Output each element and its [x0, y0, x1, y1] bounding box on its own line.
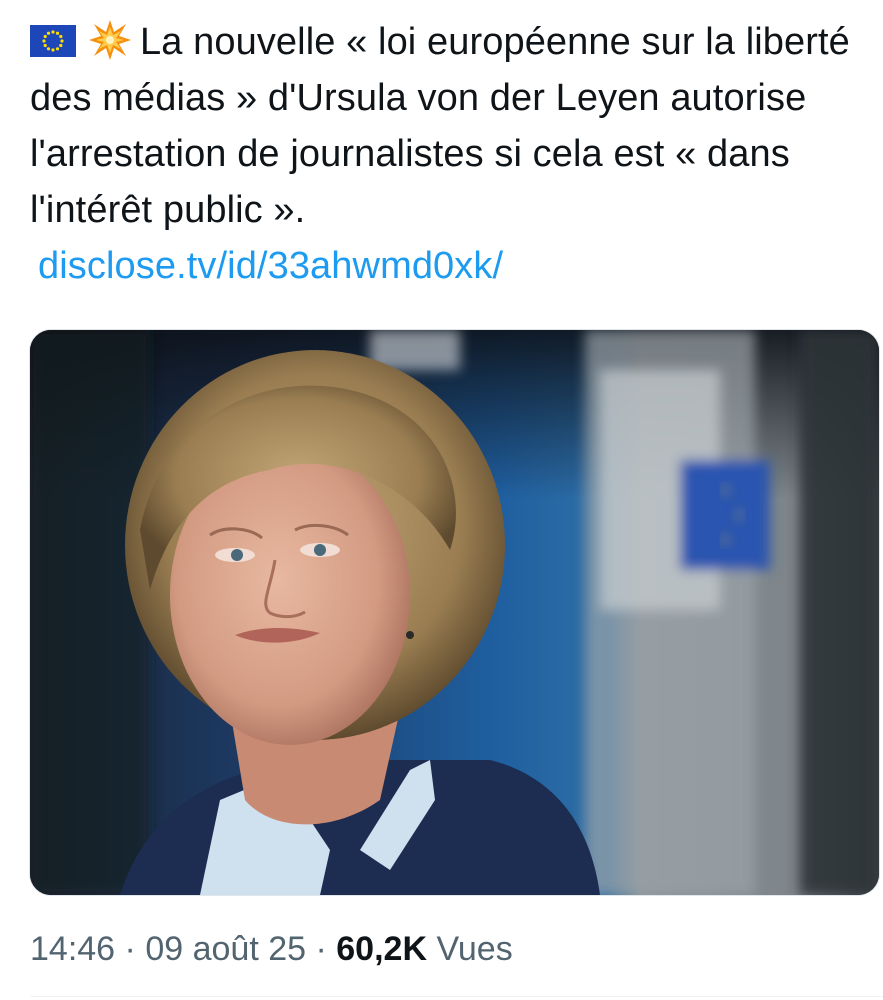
- views-count: 60,2K: [336, 930, 427, 968]
- tweet-text: La nouvelle « loi européenne sur la libe…: [30, 14, 870, 294]
- tweet-link[interactable]: disclose.tv/id/33ahwmd0xk/: [38, 238, 503, 294]
- divider: [30, 996, 883, 997]
- tweet-body: La nouvelle « loi européenne sur la libe…: [30, 21, 850, 231]
- meta-separator: ·: [315, 930, 327, 968]
- tweet-time[interactable]: 14:46: [30, 930, 115, 968]
- views-label: Vues: [436, 930, 513, 968]
- tweet-meta: 14:46 · 09 août 25 · 60,2K Vues: [30, 925, 513, 973]
- collision-icon: [88, 18, 132, 62]
- tweet: La nouvelle « loi européenne sur la libe…: [0, 0, 883, 1000]
- meta-separator: ·: [124, 930, 136, 968]
- tweet-media-image[interactable]: [29, 329, 880, 896]
- eu-flag-icon: [30, 25, 76, 57]
- tweet-date[interactable]: 09 août 25: [145, 930, 306, 968]
